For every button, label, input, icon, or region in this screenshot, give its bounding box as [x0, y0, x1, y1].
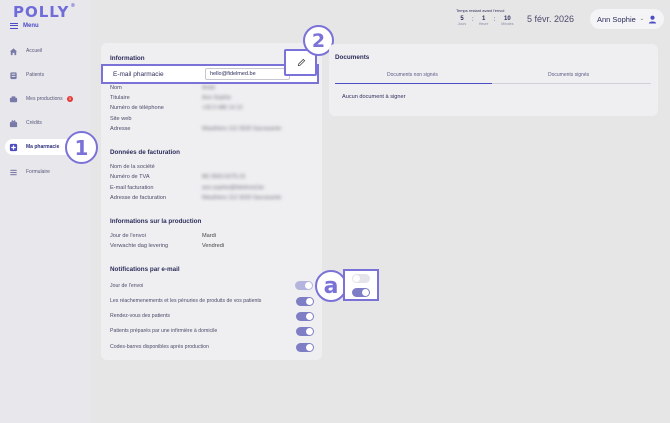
- user-icon: [648, 15, 657, 24]
- info-label-nom: Nom: [110, 85, 122, 91]
- notif-toggle-infirmiere[interactable]: [296, 327, 314, 336]
- info-label-site-web: Site web: [110, 116, 132, 122]
- sidebar-item-credits[interactable]: Crédits: [5, 115, 83, 131]
- production-label-envoi: Jour de l'envoi: [110, 233, 146, 239]
- tab-documents-non-signes[interactable]: Documents non signés: [387, 72, 438, 78]
- email-pharmacy-input[interactable]: hello@fidelmed.be: [205, 68, 290, 80]
- menu-label: Menu: [23, 23, 39, 29]
- notif-toggle-jour-envoi[interactable]: [295, 281, 313, 290]
- menu-toggle-button[interactable]: Menu: [10, 23, 39, 29]
- billing-label-tva: Numéro de TVA: [110, 174, 150, 180]
- callout-1: 1: [65, 131, 98, 164]
- timer-minutes: 10 Minutes: [501, 16, 514, 26]
- toggle-states-legend: [343, 269, 379, 301]
- billing-label-societe: Nom de la société: [110, 164, 155, 170]
- notif-toggle-rendez-vous[interactable]: [296, 312, 314, 321]
- tab-documents-signes[interactable]: Documents signés: [548, 72, 589, 78]
- pencil-icon: [297, 58, 306, 67]
- info-value-adresse: Wauthiers 112 3020 Sacrasante: [202, 126, 282, 132]
- info-label-telephone: Numéro de téléphone: [110, 105, 164, 111]
- user-menu-button[interactable]: Ann Sophie ⌄: [590, 9, 664, 29]
- email-pharmacy-label: E-mail pharmacie: [113, 71, 164, 78]
- send-timer: Temps restant avant l'envoi 5 Jours : 1 He…: [456, 8, 514, 26]
- sidebar-item-label: Accueil: [26, 48, 43, 54]
- billing-label-email: E-mail facturation: [110, 185, 154, 191]
- tab-divider: [492, 83, 651, 84]
- sidebar-item-patients[interactable]: Patients: [5, 67, 83, 83]
- production-icon: [9, 95, 18, 102]
- production-value-livraison: Vendredi: [202, 243, 225, 249]
- documents-empty-text: Aucun document à signer: [342, 94, 406, 100]
- billing-value-adresse: Wauthiers 112 3020 Sacrasante: [202, 195, 282, 201]
- current-date: 5 févr. 2026: [527, 14, 575, 24]
- notif-label-reachemenements: Les réachemenements et les pénuries de p…: [110, 298, 262, 304]
- billing-label-adresse: Adresse de facturation: [110, 195, 166, 201]
- billing-title: Données de facturation: [110, 149, 180, 156]
- polly-logo[interactable]: POLLY®: [13, 3, 76, 21]
- notification-badge: 3: [66, 96, 73, 102]
- toggle-on-example: [352, 288, 370, 297]
- production-title: Informations sur la production: [110, 218, 202, 225]
- info-value-titulaire: Ann Sophie: [202, 95, 231, 101]
- sidebar-item-label: Patients: [26, 72, 45, 78]
- sidebar: POLLY® Menu Accueil Patients Mes product…: [0, 0, 90, 423]
- timer-hours: 1 Heure: [478, 16, 489, 26]
- notif-toggle-codes-barres[interactable]: [296, 343, 314, 352]
- notifications-title: Notifications par e-mail: [110, 266, 180, 273]
- billing-value-email: ann.sophie@fidelmed.be: [202, 185, 264, 191]
- sidebar-item-label: Formulaire: [26, 169, 50, 175]
- timer-days: 5 Jours: [457, 16, 467, 26]
- info-value-telephone: +32 0 486 14 12: [202, 105, 243, 111]
- billing-value-tva: BE 0602.6275.15: [202, 174, 246, 180]
- patients-icon: [10, 71, 17, 79]
- production-label-livraison: Verwachte dag levering: [110, 243, 169, 249]
- info-label-titulaire: Titulaire: [110, 95, 130, 101]
- documents-tabs: Documents non signés Documents signés: [335, 72, 651, 84]
- notif-label-infirmiere: Patients préparés par une infirmière à d…: [110, 328, 218, 334]
- notif-label-jour-envoi: Jour de l'envoi: [110, 283, 144, 289]
- toggle-off-example: [352, 274, 370, 283]
- sidebar-item-label: Mes productions: [26, 96, 63, 102]
- sidebar-item-label: Ma pharmacie: [26, 144, 60, 150]
- notif-toggle-reachemenements[interactable]: [296, 297, 314, 306]
- sidebar-item-accueil[interactable]: Accueil: [5, 43, 83, 59]
- documents-title: Documents: [335, 54, 370, 61]
- sidebar-item-mes-productions[interactable]: Mes productions 3: [5, 91, 83, 107]
- home-icon: [9, 47, 18, 55]
- sidebar-item-formulaire[interactable]: Formulaire: [5, 164, 83, 180]
- information-title: Information: [110, 55, 145, 62]
- production-value-envoi: Mardi: [202, 233, 216, 239]
- timer-title: Temps restant avant l'envoi: [456, 8, 505, 13]
- notif-label-rendez-vous: Rendez-vous des patients: [110, 313, 170, 319]
- notif-label-codes-barres: Codes-barres disponibles après productio…: [110, 344, 209, 350]
- form-icon: [10, 169, 17, 175]
- chevron-down-icon: ⌄: [639, 16, 644, 22]
- info-label-adresse: Adresse: [110, 126, 131, 132]
- sidebar-item-label: Crédits: [26, 120, 42, 126]
- pharmacy-icon: [9, 143, 18, 151]
- menu-icon: [10, 23, 18, 29]
- user-name: Ann Sophie: [597, 14, 636, 24]
- credits-icon: [9, 119, 18, 127]
- active-tab-indicator: [335, 83, 492, 84]
- info-value-nom: Antal: [202, 85, 215, 91]
